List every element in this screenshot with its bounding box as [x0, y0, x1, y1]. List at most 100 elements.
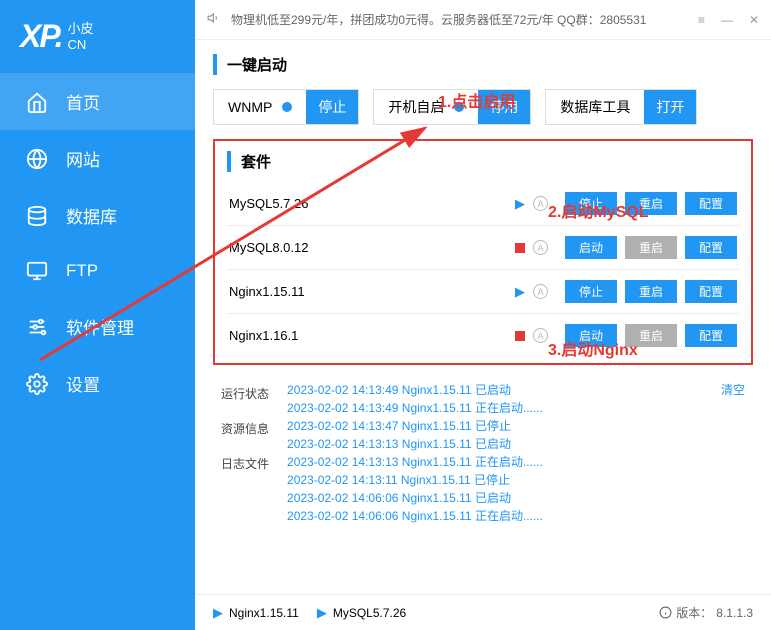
- action-button[interactable]: 重启: [625, 280, 677, 303]
- auto-icon: A: [533, 328, 548, 343]
- suite-actions: 启动重启配置: [565, 324, 737, 347]
- play-icon: ▶: [317, 605, 327, 621]
- quick-dbtool: 数据库工具 打开: [545, 89, 697, 125]
- action-button[interactable]: 停止: [565, 280, 617, 303]
- action-button[interactable]: 启动: [565, 324, 617, 347]
- log-line: 2023-02-02 14:06:06 Nginx1.15.11 已启动: [287, 489, 703, 507]
- play-icon: ▶: [213, 605, 223, 621]
- footer-nginx: ▶Nginx1.15.11: [213, 605, 299, 621]
- menu-icon[interactable]: ≡: [698, 13, 705, 27]
- log-line: 2023-02-02 14:13:49 Nginx1.15.11 已启动: [287, 381, 703, 399]
- db-icon: [26, 205, 48, 227]
- nav-label: 首页: [66, 89, 100, 114]
- play-icon: ▶: [515, 196, 525, 212]
- auto-icon: A: [533, 240, 548, 255]
- action-button[interactable]: 停止: [565, 192, 617, 215]
- info-label-resource[interactable]: 资源信息: [221, 420, 269, 437]
- action-button[interactable]: 重启: [625, 236, 677, 259]
- suite-row: Nginx1.16.1 A 启动重启配置: [227, 313, 739, 357]
- nav-db[interactable]: 数据库: [0, 187, 195, 244]
- nav-label: 软件管理: [66, 314, 134, 339]
- play-icon: ▶: [515, 284, 525, 300]
- suite-status: A: [515, 240, 565, 255]
- suite-name: Nginx1.15.11: [229, 284, 515, 299]
- gear-icon: [26, 373, 48, 395]
- footer: ▶Nginx1.15.11 ▶MySQL5.7.26 版本：8.1.1.3: [195, 594, 771, 630]
- footer-mysql: ▶MySQL5.7.26: [317, 605, 406, 621]
- nav-site[interactable]: 网站: [0, 130, 195, 187]
- log-line: 2023-02-02 14:06:06 Nginx1.15.11 正在启动...…: [287, 507, 703, 525]
- nav: 首页 网站 数据库 FTP 软件管理 设置: [0, 73, 195, 412]
- nav-label: FTP: [66, 261, 98, 281]
- info-label-status[interactable]: 运行状态: [221, 385, 269, 402]
- nav-label: 设置: [66, 371, 100, 396]
- action-button[interactable]: 重启: [625, 324, 677, 347]
- log-line: 2023-02-02 14:13:47 Nginx1.15.11 已停止: [287, 417, 703, 435]
- footer-version: 版本：8.1.1.3: [659, 604, 753, 621]
- main: 物理机低至299元/年，拼团成功0元得。云服务器低至72元/年 QQ群：2805…: [195, 0, 771, 630]
- log-line: 2023-02-02 14:13:13 Nginx1.15.11 已启动: [287, 435, 703, 453]
- suite-title: 套件: [227, 151, 739, 172]
- status-dot: [454, 102, 464, 112]
- disable-button[interactable]: 停用: [478, 90, 530, 124]
- minimize-icon[interactable]: —: [721, 13, 733, 27]
- suite-name: MySQL8.0.12: [229, 240, 515, 255]
- suite-panel: 套件 MySQL5.7.26▶A停止重启配置MySQL8.0.12A启动重启配置…: [213, 139, 753, 365]
- stop-button[interactable]: 停止: [306, 90, 358, 124]
- topbar-notice: 物理机低至299元/年，拼团成功0元得。云服务器低至72元/年 QQ群：2805…: [231, 11, 646, 28]
- action-button[interactable]: 重启: [625, 192, 677, 215]
- logo-cn: CN: [67, 37, 93, 53]
- suite-status: ▶A: [515, 284, 565, 300]
- logo: XP. 小皮 CN: [0, 0, 195, 73]
- nav-label: 网站: [66, 146, 100, 171]
- quick-label: WNMP: [228, 99, 272, 115]
- quick-wnmp: WNMP 停止: [213, 89, 359, 125]
- stop-icon: [515, 331, 525, 341]
- suite-row: MySQL5.7.26▶A停止重启配置: [227, 182, 739, 225]
- info-panel: 运行状态 资源信息 日志文件 2023-02-02 14:13:49 Nginx…: [213, 377, 753, 529]
- nav-ftp[interactable]: FTP: [0, 244, 195, 298]
- sliders-icon: [26, 316, 48, 338]
- quick-label: 数据库工具: [560, 97, 630, 117]
- log-line: 2023-02-02 14:13:13 Nginx1.15.11 正在启动...…: [287, 453, 703, 471]
- quick-label: 开机自启: [388, 97, 444, 117]
- logo-small: 小皮: [67, 21, 93, 37]
- suite-actions: 启动重启配置: [565, 236, 737, 259]
- logo-xp: XP.: [20, 18, 61, 55]
- suite-row: Nginx1.15.11▶A停止重启配置: [227, 269, 739, 313]
- home-icon: [26, 91, 48, 113]
- auto-icon: A: [533, 196, 548, 211]
- nav-software[interactable]: 软件管理: [0, 298, 195, 355]
- action-button[interactable]: 配置: [685, 324, 737, 347]
- globe-icon: [26, 148, 48, 170]
- suite-name: MySQL5.7.26: [229, 196, 515, 211]
- nav-home[interactable]: 首页: [0, 73, 195, 130]
- sidebar: XP. 小皮 CN 首页 网站 数据库 FTP: [0, 0, 195, 630]
- action-button[interactable]: 启动: [565, 236, 617, 259]
- suite-actions: 停止重启配置: [565, 192, 737, 215]
- info-icon: [659, 606, 672, 619]
- suite-status: A: [515, 328, 565, 343]
- suite-name: Nginx1.16.1: [229, 328, 515, 343]
- suite-row: MySQL8.0.12 A 启动重启配置: [227, 225, 739, 269]
- clear-button[interactable]: 清空: [721, 381, 745, 525]
- status-dot: [282, 102, 292, 112]
- stop-icon: [515, 243, 525, 253]
- action-button[interactable]: 配置: [685, 280, 737, 303]
- suite-actions: 停止重启配置: [565, 280, 737, 303]
- log-line: 2023-02-02 14:13:11 Nginx1.15.11 已停止: [287, 471, 703, 489]
- close-icon[interactable]: ✕: [749, 13, 759, 27]
- info-label-log[interactable]: 日志文件: [221, 455, 269, 472]
- log-list: 2023-02-02 14:13:49 Nginx1.15.11 已启动2023…: [287, 381, 703, 525]
- quick-row: WNMP 停止 开机自启 停用 数据库工具 打开: [213, 89, 753, 125]
- suite-status: ▶A: [515, 196, 565, 212]
- nav-settings[interactable]: 设置: [0, 355, 195, 412]
- open-button[interactable]: 打开: [644, 90, 696, 124]
- quick-autostart: 开机自启 停用: [373, 89, 531, 125]
- quick-title: 一键启动: [213, 54, 753, 75]
- action-button[interactable]: 配置: [685, 236, 737, 259]
- log-line: 2023-02-02 14:13:49 Nginx1.15.11 正在启动...…: [287, 399, 703, 417]
- action-button[interactable]: 配置: [685, 192, 737, 215]
- monitor-icon: [26, 260, 48, 282]
- speaker-icon: [207, 11, 221, 28]
